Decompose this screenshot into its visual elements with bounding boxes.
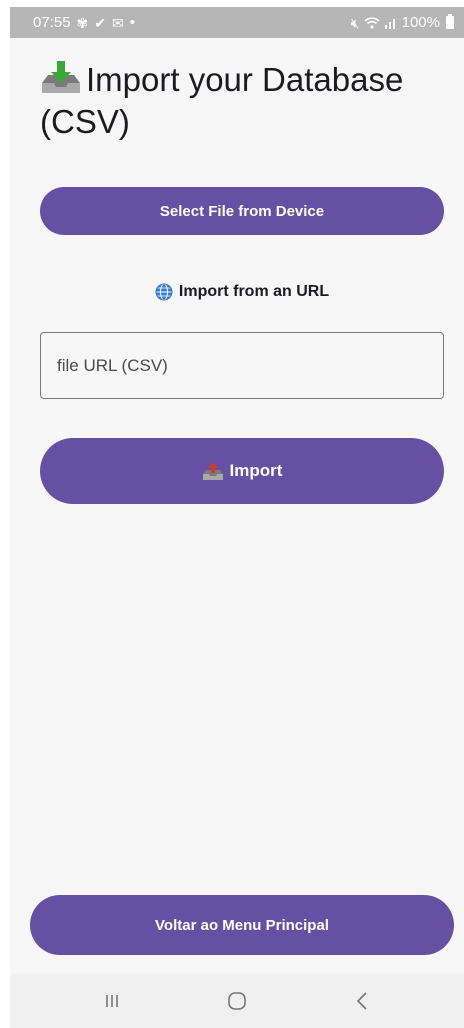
signal-icon bbox=[384, 19, 395, 29]
recent-apps-button[interactable] bbox=[82, 981, 142, 1021]
mail-icon: ✉ bbox=[112, 14, 124, 31]
download-tray-icon bbox=[42, 61, 80, 93]
upload-tray-icon bbox=[202, 462, 223, 480]
import-button-label: Import bbox=[229, 461, 283, 480]
check-icon: ✔ bbox=[94, 14, 107, 31]
file-url-input[interactable] bbox=[40, 332, 444, 399]
select-file-button-label: Select File from Device bbox=[159, 202, 325, 220]
back-nav-button[interactable] bbox=[332, 981, 392, 1021]
mute-icon: 🔇︎ bbox=[350, 14, 360, 31]
status-bar: 07:55 ✾ ✔ ✉ • 🔇︎ 100% bbox=[10, 7, 464, 38]
globe-icon bbox=[155, 283, 173, 301]
battery-icon bbox=[446, 14, 454, 29]
fan-icon: ✾ bbox=[76, 14, 89, 31]
home-icon bbox=[228, 992, 246, 1010]
import-button[interactable]: Import bbox=[40, 438, 444, 504]
select-file-button[interactable]: Select File from Device bbox=[40, 187, 444, 235]
chevron-left-icon bbox=[356, 992, 367, 1010]
battery-level: 100% bbox=[401, 14, 440, 31]
wifi-icon bbox=[364, 17, 380, 29]
back-to-menu-button-label: Voltar ao Menu Principal bbox=[155, 916, 329, 934]
url-import-heading-text: Import from an URL bbox=[178, 283, 330, 300]
app-screen: 07:55 ✾ ✔ ✉ • 🔇︎ 100% Import your Databa… bbox=[10, 7, 464, 1028]
page-title-text: Import your Database (CSV) bbox=[40, 61, 404, 140]
status-right: 🔇︎ 100% bbox=[351, 14, 454, 31]
recent-apps-icon bbox=[106, 995, 119, 1007]
page-title: Import your Database (CSV) bbox=[40, 59, 450, 143]
url-import-heading: Import from an URL bbox=[40, 283, 444, 301]
system-nav-bar bbox=[10, 974, 464, 1028]
status-time: 07:55 bbox=[33, 14, 71, 31]
back-to-menu-button[interactable]: Voltar ao Menu Principal bbox=[30, 895, 454, 955]
status-left: 07:55 ✾ ✔ ✉ • bbox=[33, 14, 135, 31]
home-button[interactable] bbox=[207, 981, 267, 1021]
status-dot: • bbox=[129, 14, 136, 31]
